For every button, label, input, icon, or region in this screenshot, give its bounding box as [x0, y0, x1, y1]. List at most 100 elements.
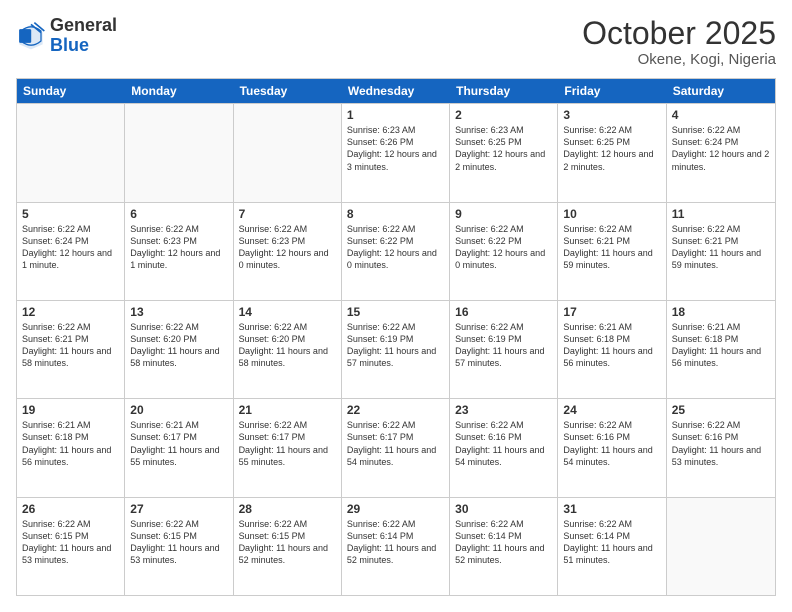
day-number: 21 [239, 403, 336, 417]
day-number: 23 [455, 403, 552, 417]
cell-text: Sunrise: 6:21 AM Sunset: 6:17 PM Dayligh… [130, 419, 227, 468]
cal-cell-day-15: 15 Sunrise: 6:22 AM Sunset: 6:19 PM Dayli… [342, 301, 450, 398]
cal-cell-day-31: 31 Sunrise: 6:22 AM Sunset: 6:14 PM Dayli… [558, 498, 666, 595]
day-number: 12 [22, 305, 119, 319]
cal-row-2: 12 Sunrise: 6:22 AM Sunset: 6:21 PM Dayli… [17, 300, 775, 398]
cal-cell-day-8: 8 Sunrise: 6:22 AM Sunset: 6:22 PM Daylig… [342, 203, 450, 300]
day-number: 9 [455, 207, 552, 221]
cell-text: Sunrise: 6:22 AM Sunset: 6:15 PM Dayligh… [22, 518, 119, 567]
day-number: 8 [347, 207, 444, 221]
cell-text: Sunrise: 6:22 AM Sunset: 6:15 PM Dayligh… [130, 518, 227, 567]
cal-cell-day-18: 18Sunrise: 6:21 AM Sunset: 6:18 PM Dayli… [667, 301, 775, 398]
header-day-saturday: Saturday [667, 79, 775, 103]
cell-text: Sunrise: 6:22 AM Sunset: 6:22 PM Dayligh… [347, 223, 444, 272]
day-number: 2 [455, 108, 552, 122]
cal-cell-day-14: 14 Sunrise: 6:22 AM Sunset: 6:20 PM Dayli… [234, 301, 342, 398]
cal-cell-day-16: 16Sunrise: 6:22 AM Sunset: 6:19 PM Dayli… [450, 301, 558, 398]
day-number: 15 [347, 305, 444, 319]
header-day-thursday: Thursday [450, 79, 558, 103]
cell-text: Sunrise: 6:22 AM Sunset: 6:17 PM Dayligh… [239, 419, 336, 468]
logo-text: General Blue [50, 16, 117, 56]
cell-text: Sunrise: 6:22 AM Sunset: 6:16 PM Dayligh… [563, 419, 660, 468]
cell-text: Sunrise: 6:22 AM Sunset: 6:19 PM Dayligh… [347, 321, 444, 370]
cell-text: Sunrise: 6:22 AM Sunset: 6:15 PM Dayligh… [239, 518, 336, 567]
cal-row-1: 5Sunrise: 6:22 AM Sunset: 6:24 PM Daylig… [17, 202, 775, 300]
cell-text: Sunrise: 6:22 AM Sunset: 6:16 PM Dayligh… [455, 419, 552, 468]
header-day-tuesday: Tuesday [234, 79, 342, 103]
day-number: 1 [347, 108, 444, 122]
cal-cell-day-25: 25 Sunrise: 6:22 AM Sunset: 6:16 PM Dayli… [667, 399, 775, 496]
cell-text: Sunrise: 6:22 AM Sunset: 6:23 PM Dayligh… [130, 223, 227, 272]
day-number: 13 [130, 305, 227, 319]
cal-cell-day-4: 4 Sunrise: 6:22 AM Sunset: 6:24 PM Daylig… [667, 104, 775, 201]
header: General Blue October 2025 Okene, Kogi, N… [16, 16, 776, 68]
calendar-body: 1 Sunrise: 6:23 AM Sunset: 6:26 PM Daylig… [17, 103, 775, 595]
cal-cell-day-1: 1 Sunrise: 6:23 AM Sunset: 6:26 PM Daylig… [342, 104, 450, 201]
cal-cell-day-3: 3 Sunrise: 6:22 AM Sunset: 6:25 PM Daylig… [558, 104, 666, 201]
day-number: 3 [563, 108, 660, 122]
cal-cell-day-28: 28Sunrise: 6:22 AM Sunset: 6:15 PM Dayli… [234, 498, 342, 595]
day-number: 19 [22, 403, 119, 417]
day-number: 10 [563, 207, 660, 221]
cal-cell-empty [234, 104, 342, 201]
cal-cell-day-7: 7Sunrise: 6:22 AM Sunset: 6:23 PM Daylig… [234, 203, 342, 300]
cell-text: Sunrise: 6:22 AM Sunset: 6:20 PM Dayligh… [130, 321, 227, 370]
day-number: 22 [347, 403, 444, 417]
cell-text: Sunrise: 6:22 AM Sunset: 6:21 PM Dayligh… [563, 223, 660, 272]
cell-text: Sunrise: 6:22 AM Sunset: 6:23 PM Dayligh… [239, 223, 336, 272]
cell-text: Sunrise: 6:22 AM Sunset: 6:24 PM Dayligh… [672, 124, 770, 173]
day-number: 30 [455, 502, 552, 516]
calendar-header: SundayMondayTuesdayWednesdayThursdayFrid… [17, 79, 775, 103]
cell-text: Sunrise: 6:22 AM Sunset: 6:21 PM Dayligh… [672, 223, 770, 272]
cal-cell-day-9: 9 Sunrise: 6:22 AM Sunset: 6:22 PM Daylig… [450, 203, 558, 300]
cal-cell-day-13: 13 Sunrise: 6:22 AM Sunset: 6:20 PM Dayli… [125, 301, 233, 398]
header-day-monday: Monday [125, 79, 233, 103]
day-number: 4 [672, 108, 770, 122]
cal-cell-empty [125, 104, 233, 201]
day-number: 31 [563, 502, 660, 516]
day-number: 25 [672, 403, 770, 417]
cal-cell-day-24: 24 Sunrise: 6:22 AM Sunset: 6:16 PM Dayli… [558, 399, 666, 496]
cell-text: Sunrise: 6:22 AM Sunset: 6:25 PM Dayligh… [563, 124, 660, 173]
cal-cell-day-29: 29 Sunrise: 6:22 AM Sunset: 6:14 PM Dayli… [342, 498, 450, 595]
cell-text: Sunrise: 6:22 AM Sunset: 6:20 PM Dayligh… [239, 321, 336, 370]
cell-text: Sunrise: 6:22 AM Sunset: 6:14 PM Dayligh… [347, 518, 444, 567]
day-number: 24 [563, 403, 660, 417]
day-number: 14 [239, 305, 336, 319]
cell-text: Sunrise: 6:21 AM Sunset: 6:18 PM Dayligh… [563, 321, 660, 370]
cal-row-0: 1 Sunrise: 6:23 AM Sunset: 6:26 PM Daylig… [17, 103, 775, 201]
cell-text: Sunrise: 6:22 AM Sunset: 6:17 PM Dayligh… [347, 419, 444, 468]
cal-cell-day-20: 20Sunrise: 6:21 AM Sunset: 6:17 PM Dayli… [125, 399, 233, 496]
cell-text: Sunrise: 6:22 AM Sunset: 6:16 PM Dayligh… [672, 419, 770, 468]
cal-cell-day-26: 26 Sunrise: 6:22 AM Sunset: 6:15 PM Dayli… [17, 498, 125, 595]
month-title: October 2025 [582, 16, 776, 51]
cell-text: Sunrise: 6:22 AM Sunset: 6:14 PM Dayligh… [563, 518, 660, 567]
cal-cell-day-21: 21 Sunrise: 6:22 AM Sunset: 6:17 PM Dayli… [234, 399, 342, 496]
day-number: 29 [347, 502, 444, 516]
day-number: 6 [130, 207, 227, 221]
logo: General Blue [16, 16, 117, 56]
cal-cell-day-6: 6 Sunrise: 6:22 AM Sunset: 6:23 PM Daylig… [125, 203, 233, 300]
cell-text: Sunrise: 6:22 AM Sunset: 6:21 PM Dayligh… [22, 321, 119, 370]
day-number: 26 [22, 502, 119, 516]
cell-text: Sunrise: 6:22 AM Sunset: 6:24 PM Dayligh… [22, 223, 119, 272]
title-section: October 2025 Okene, Kogi, Nigeria [582, 16, 776, 68]
cal-cell-day-27: 27Sunrise: 6:22 AM Sunset: 6:15 PM Dayli… [125, 498, 233, 595]
cell-text: Sunrise: 6:22 AM Sunset: 6:22 PM Dayligh… [455, 223, 552, 272]
cell-text: Sunrise: 6:22 AM Sunset: 6:19 PM Dayligh… [455, 321, 552, 370]
logo-general: General [50, 15, 117, 35]
logo-icon [16, 21, 46, 51]
cal-cell-day-2: 2Sunrise: 6:23 AM Sunset: 6:25 PM Daylig… [450, 104, 558, 201]
location-title: Okene, Kogi, Nigeria [582, 51, 776, 68]
header-day-friday: Friday [558, 79, 666, 103]
cal-cell-empty [17, 104, 125, 201]
cell-text: Sunrise: 6:23 AM Sunset: 6:26 PM Dayligh… [347, 124, 444, 173]
cell-text: Sunrise: 6:21 AM Sunset: 6:18 PM Dayligh… [672, 321, 770, 370]
header-day-wednesday: Wednesday [342, 79, 450, 103]
cal-cell-day-11: 11 Sunrise: 6:22 AM Sunset: 6:21 PM Dayli… [667, 203, 775, 300]
day-number: 17 [563, 305, 660, 319]
cal-row-3: 19Sunrise: 6:21 AM Sunset: 6:18 PM Dayli… [17, 398, 775, 496]
cal-cell-day-23: 23 Sunrise: 6:22 AM Sunset: 6:16 PM Dayli… [450, 399, 558, 496]
day-number: 11 [672, 207, 770, 221]
cal-cell-day-30: 30Sunrise: 6:22 AM Sunset: 6:14 PM Dayli… [450, 498, 558, 595]
